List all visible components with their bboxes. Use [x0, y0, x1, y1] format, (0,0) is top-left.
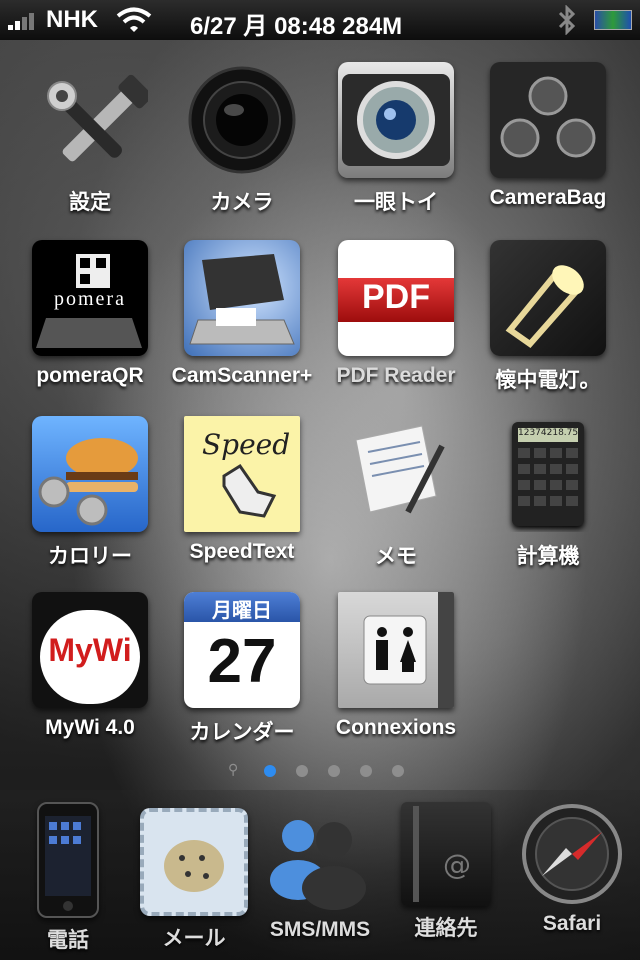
app-pomeraqr[interactable]: pomera pomeraQR	[15, 240, 165, 388]
address-book-icon: @	[401, 802, 491, 906]
page-indicator[interactable]: ⚲	[0, 762, 640, 782]
svg-text:@: @	[443, 848, 471, 881]
dock-app-sms[interactable]: SMS/MMS	[256, 802, 384, 942]
status-bar: NHK 6/27 月 08:48 284M	[0, 0, 640, 40]
speedtext-icon: Speed	[184, 416, 300, 532]
app-toy-camera[interactable]: 一眼トイ	[321, 62, 471, 216]
app-mywi[interactable]: MyWi MyWi 4.0	[15, 592, 165, 740]
pdf-icon: PDF	[338, 240, 454, 356]
app-label: Safari	[542, 912, 602, 935]
page-dot[interactable]	[360, 765, 372, 777]
app-pdf-reader[interactable]: PDF PDF Reader	[321, 240, 471, 388]
messenger-icon	[262, 796, 378, 912]
compass-icon	[520, 802, 624, 906]
dock-app-mail[interactable]: メール	[130, 802, 258, 952]
app-label: 計算機	[516, 545, 580, 568]
app-label: PDF Reader	[336, 364, 456, 387]
pdf-logo-text: PDF	[362, 278, 430, 316]
mywi-logo-text: MyWi	[48, 632, 132, 668]
app-label: メモ	[375, 545, 417, 568]
toy-camera-lens-icon	[338, 62, 454, 178]
scanner-icon	[184, 240, 300, 356]
app-label: SMS/MMS	[269, 918, 371, 941]
app-label: 一眼トイ	[354, 191, 438, 214]
battery-icon	[594, 10, 632, 30]
app-label: カメラ	[210, 191, 274, 214]
calendar-icon: 月曜日 27	[184, 592, 300, 708]
bluetooth-icon	[558, 5, 576, 35]
app-label: 電話	[47, 929, 89, 952]
status-time: 08:48	[274, 13, 336, 40]
status-memory: 284M	[342, 13, 403, 40]
carrier-name: NHK	[46, 6, 98, 33]
mail-stamp-icon	[140, 808, 248, 916]
calculator-icon: 12374218.75	[490, 416, 606, 532]
status-date: 6/27 月	[190, 13, 268, 40]
notes-pen-icon	[338, 416, 454, 532]
app-label: 設定	[69, 191, 111, 214]
flashlight-icon	[490, 240, 606, 356]
page-dot[interactable]	[392, 765, 404, 777]
app-label: MyWi 4.0	[45, 716, 135, 739]
app-camera[interactable]: カメラ	[167, 62, 317, 216]
app-label: カレンダー	[189, 721, 295, 744]
dock-app-contacts[interactable]: @ 連絡先	[382, 802, 510, 942]
app-calculator[interactable]: 12374218.75 計算機	[473, 416, 623, 570]
status-datetime: 6/27 月 08:48 284M	[190, 6, 402, 41]
page-dot[interactable]	[296, 765, 308, 777]
pomera-logo-text: pomera	[54, 288, 126, 310]
app-settings[interactable]: 設定	[15, 62, 165, 216]
app-label: CamScanner+	[171, 364, 313, 387]
calendar-day: 27	[207, 627, 277, 696]
wifi-icon	[116, 7, 152, 32]
app-calorie[interactable]: カロリー	[15, 416, 165, 570]
dock: 電話 メール SMS/MMS @ 連絡先 Safari	[0, 790, 640, 960]
app-label: SpeedText	[189, 540, 295, 563]
page-dot[interactable]	[328, 765, 340, 777]
app-label: 懐中電灯。	[495, 369, 601, 392]
app-camerabag[interactable]: CameraBag	[473, 62, 623, 210]
mywi-icon: MyWi	[32, 592, 148, 708]
dock-app-safari[interactable]: Safari	[508, 802, 636, 936]
burger-dumbbell-icon	[32, 416, 148, 532]
camerabag-icon	[490, 62, 606, 178]
app-label: 連絡先	[414, 917, 478, 940]
app-label: カロリー	[48, 545, 132, 568]
app-label: pomeraQR	[36, 364, 144, 387]
app-label: Connexions	[335, 716, 457, 739]
settings-wrench-hammer-icon	[32, 62, 148, 178]
app-label: メール	[162, 927, 226, 950]
phone-icon	[37, 802, 99, 918]
app-camscanner[interactable]: CamScanner+	[167, 240, 317, 388]
search-page-icon[interactable]: ⚲	[228, 762, 238, 778]
signal-strength-icon	[8, 12, 42, 30]
app-connexions[interactable]: Connexions	[321, 592, 471, 740]
camera-lens-icon	[184, 62, 300, 178]
app-speedtext[interactable]: Speed SpeedText	[167, 416, 317, 564]
app-flashlight[interactable]: 懐中電灯。	[473, 240, 623, 394]
dock-app-phone[interactable]: 電話	[4, 802, 132, 954]
app-calendar[interactable]: 月曜日 27 カレンダー	[167, 592, 317, 746]
calendar-weekday: 月曜日	[212, 598, 272, 622]
app-label: CameraBag	[489, 186, 607, 209]
app-memo[interactable]: メモ	[321, 416, 471, 570]
page-dot[interactable]	[264, 765, 276, 777]
pomera-qr-icon: pomera	[32, 240, 148, 356]
contacts-book-icon	[338, 592, 454, 708]
